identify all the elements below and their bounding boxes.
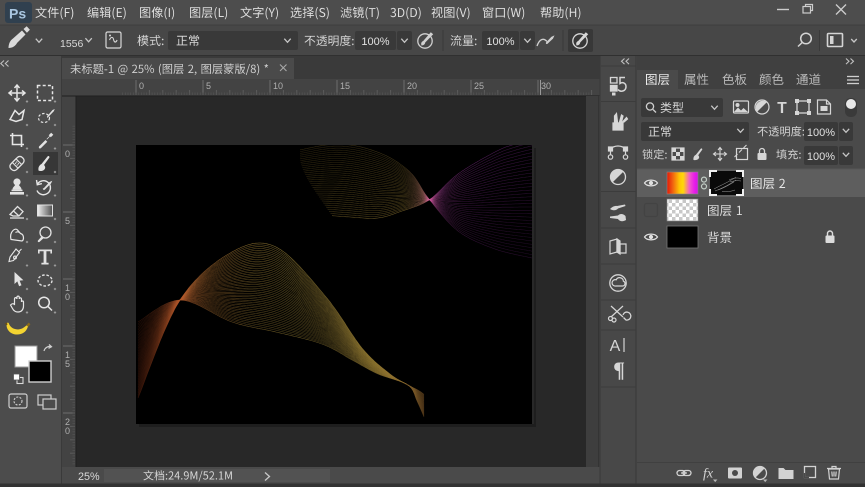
svg-text:0: 0	[65, 149, 70, 159]
svg-text:30: 30	[541, 81, 551, 91]
svg-text:100%: 100%	[807, 127, 835, 139]
svg-text:0: 0	[139, 81, 144, 91]
svg-text:¶: ¶	[613, 357, 625, 382]
svg-text:100%: 100%	[807, 151, 835, 163]
svg-text:0: 0	[65, 426, 70, 436]
svg-text:5: 5	[65, 216, 70, 226]
svg-text:fx: fx	[703, 467, 714, 482]
svg-text:0: 0	[65, 292, 70, 302]
svg-text:25: 25	[474, 81, 484, 91]
svg-text:T: T	[777, 100, 787, 117]
svg-text:1556: 1556	[60, 38, 84, 50]
svg-text:Ps: Ps	[9, 6, 26, 22]
svg-text:20: 20	[407, 81, 417, 91]
svg-text:100%: 100%	[486, 36, 514, 48]
svg-text:100%: 100%	[361, 36, 389, 48]
svg-text:A: A	[610, 338, 621, 355]
svg-text:5: 5	[65, 359, 70, 369]
svg-text:10: 10	[273, 81, 283, 91]
svg-text:15: 15	[340, 81, 350, 91]
svg-text:5: 5	[206, 81, 211, 91]
svg-text:25%: 25%	[78, 471, 100, 483]
